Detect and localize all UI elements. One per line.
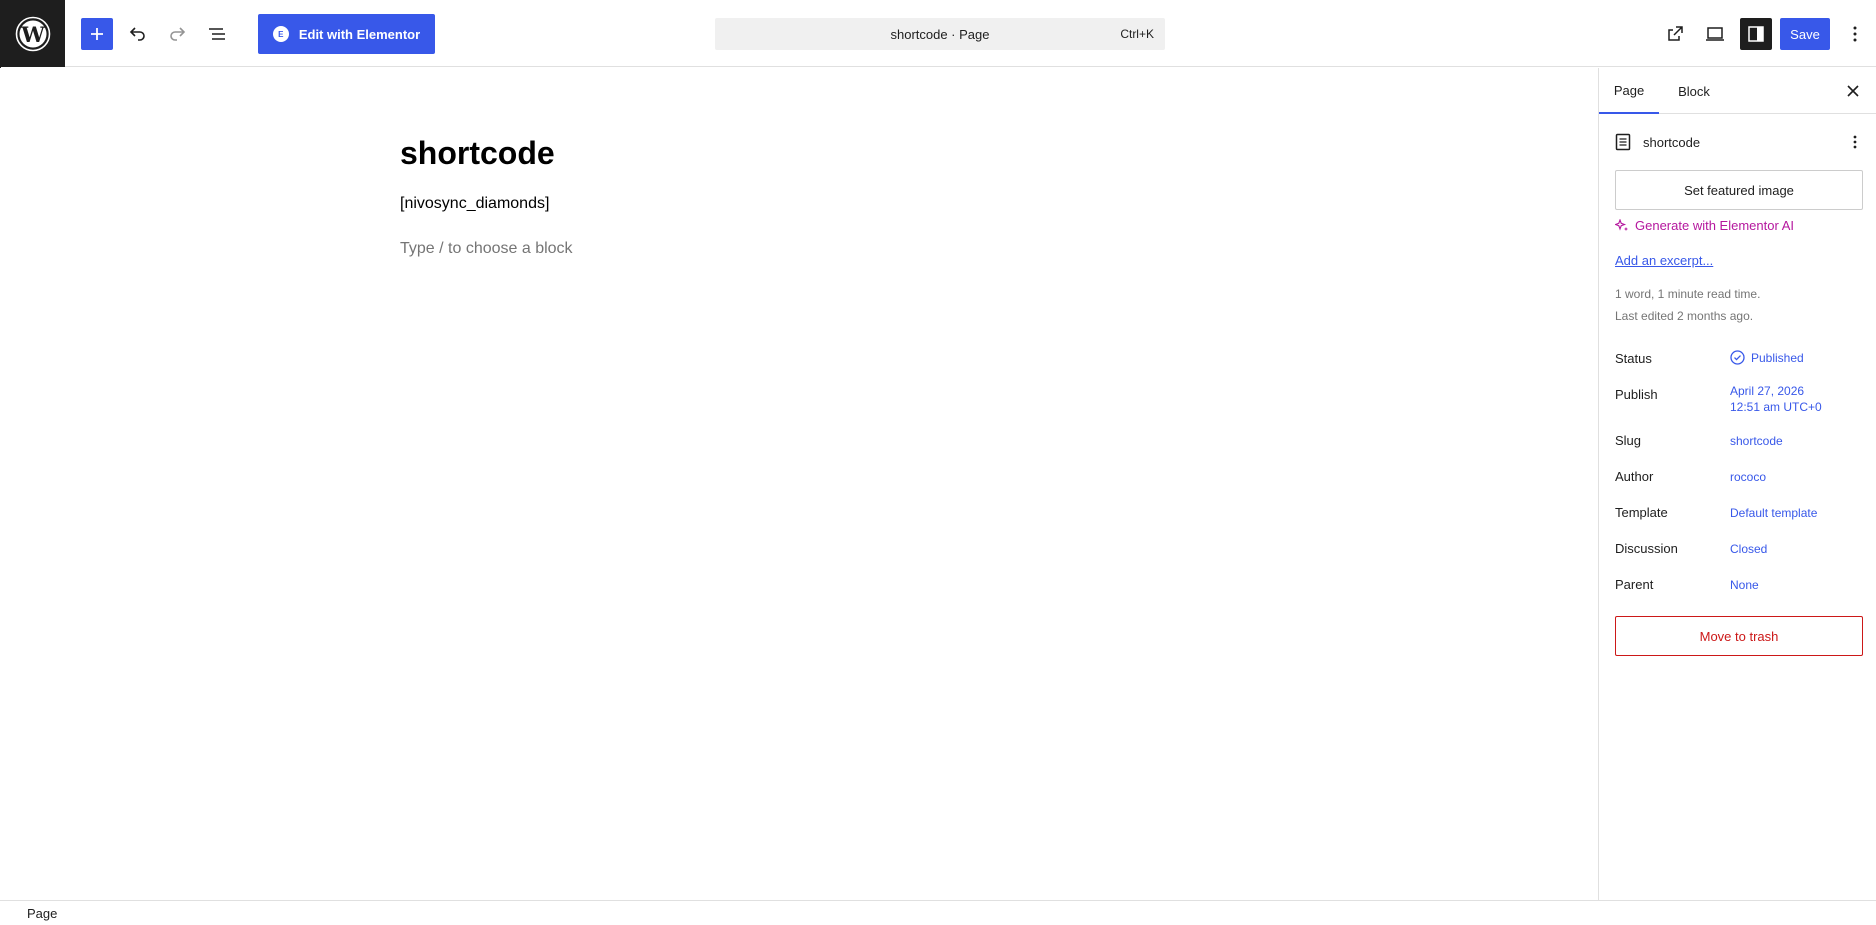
- shortcode-paragraph-block[interactable]: [nivosync_diamonds]: [400, 195, 549, 213]
- external-link-icon: [1668, 26, 1683, 41]
- edit-with-elementor-button[interactable]: E Edit with Elementor: [258, 14, 435, 54]
- command-shortcut-hint: Ctrl+K: [1120, 27, 1154, 41]
- desktop-icon: [1706, 27, 1724, 41]
- undo-button[interactable]: [122, 18, 154, 50]
- command-palette-bar[interactable]: shortcode · Page Ctrl+K: [715, 18, 1165, 50]
- move-to-trash-button[interactable]: Move to trash: [1615, 616, 1863, 656]
- document-title-label: shortcode · Page: [890, 26, 990, 42]
- generate-with-elementor-ai-button[interactable]: Generate with Elementor AI: [1615, 218, 1794, 233]
- document-title: shortcode: [1643, 134, 1701, 150]
- wordpress-logo-icon: W: [15, 16, 50, 51]
- publish-time-value: 12:51 am UTC+0: [1730, 400, 1822, 414]
- sidebar-icon: [1748, 26, 1764, 42]
- add-excerpt-link[interactable]: Add an excerpt...: [1615, 253, 1713, 268]
- parent-label: Parent: [1615, 577, 1654, 592]
- editor-toolbar: W E Edit with Elementor shortcode · Page…: [0, 0, 1876, 67]
- slug-value[interactable]: shortcode: [1730, 434, 1783, 448]
- undo-icon: [129, 27, 145, 41]
- status-value-button[interactable]: Published: [1730, 350, 1804, 365]
- edit-with-elementor-label: Edit with Elementor: [298, 26, 421, 42]
- close-sidebar-button[interactable]: [1837, 75, 1869, 107]
- close-icon: [1847, 85, 1859, 97]
- empty-block-placeholder[interactable]: Type / to choose a block: [400, 240, 573, 258]
- settings-sidebar-toggle[interactable]: [1740, 18, 1772, 50]
- status-value: Published: [1751, 350, 1804, 365]
- publish-date-value: April 27, 2026: [1730, 384, 1805, 398]
- elementor-icon: E: [272, 26, 289, 42]
- save-button[interactable]: Save: [1780, 18, 1830, 50]
- options-menu-button[interactable]: [1839, 18, 1871, 50]
- publish-date-button[interactable]: April 27, 2026 12:51 am UTC+0: [1730, 384, 1822, 414]
- published-check-icon: [1730, 350, 1745, 365]
- parent-value[interactable]: None: [1730, 578, 1759, 592]
- sidebar-tabs: Page Block: [1599, 68, 1876, 114]
- view-page-button[interactable]: [1659, 18, 1691, 50]
- redo-icon: [170, 27, 186, 41]
- post-title[interactable]: shortcode: [400, 135, 555, 172]
- document-actions-button[interactable]: [1845, 130, 1865, 154]
- generate-ai-label: Generate with Elementor AI: [1635, 218, 1794, 233]
- redo-button[interactable]: [161, 18, 193, 50]
- more-vertical-icon: [1853, 26, 1857, 42]
- breadcrumb[interactable]: Page: [27, 906, 57, 921]
- last-edited-text: Last edited 2 months ago.: [1615, 309, 1754, 323]
- editor-canvas[interactable]: shortcode [nivosync_diamonds] Type / to …: [0, 68, 1598, 900]
- author-value[interactable]: rococo: [1730, 470, 1766, 484]
- slug-label: Slug: [1615, 433, 1642, 448]
- document-summary: shortcode: [1615, 130, 1865, 154]
- plus-icon: [91, 28, 103, 40]
- editor-footer: Page: [0, 900, 1876, 925]
- svg-text:W: W: [20, 22, 45, 47]
- page-icon: [1615, 133, 1631, 151]
- tab-page[interactable]: Page: [1599, 68, 1659, 114]
- tab-block[interactable]: Block: [1665, 68, 1723, 114]
- list-view-button[interactable]: [201, 18, 233, 50]
- add-block-button[interactable]: [81, 18, 113, 50]
- set-featured-image-button[interactable]: Set featured image: [1615, 170, 1863, 210]
- discussion-label: Discussion: [1615, 541, 1678, 556]
- list-view-icon: [209, 28, 225, 40]
- status-label: Status: [1615, 351, 1652, 366]
- more-vertical-icon: [1853, 135, 1857, 149]
- template-value[interactable]: Default template: [1730, 506, 1817, 520]
- author-label: Author: [1615, 469, 1654, 484]
- word-count-text: 1 word, 1 minute read time.: [1615, 287, 1761, 301]
- template-label: Template: [1615, 505, 1668, 520]
- preview-device-button[interactable]: [1699, 18, 1731, 50]
- publish-label: Publish: [1615, 387, 1658, 402]
- wordpress-logo-button[interactable]: W: [0, 0, 65, 67]
- discussion-value[interactable]: Closed: [1730, 542, 1767, 556]
- settings-sidebar: Page Block shortcode Set featured image …: [1598, 68, 1876, 900]
- sparkle-icon: [1615, 218, 1628, 231]
